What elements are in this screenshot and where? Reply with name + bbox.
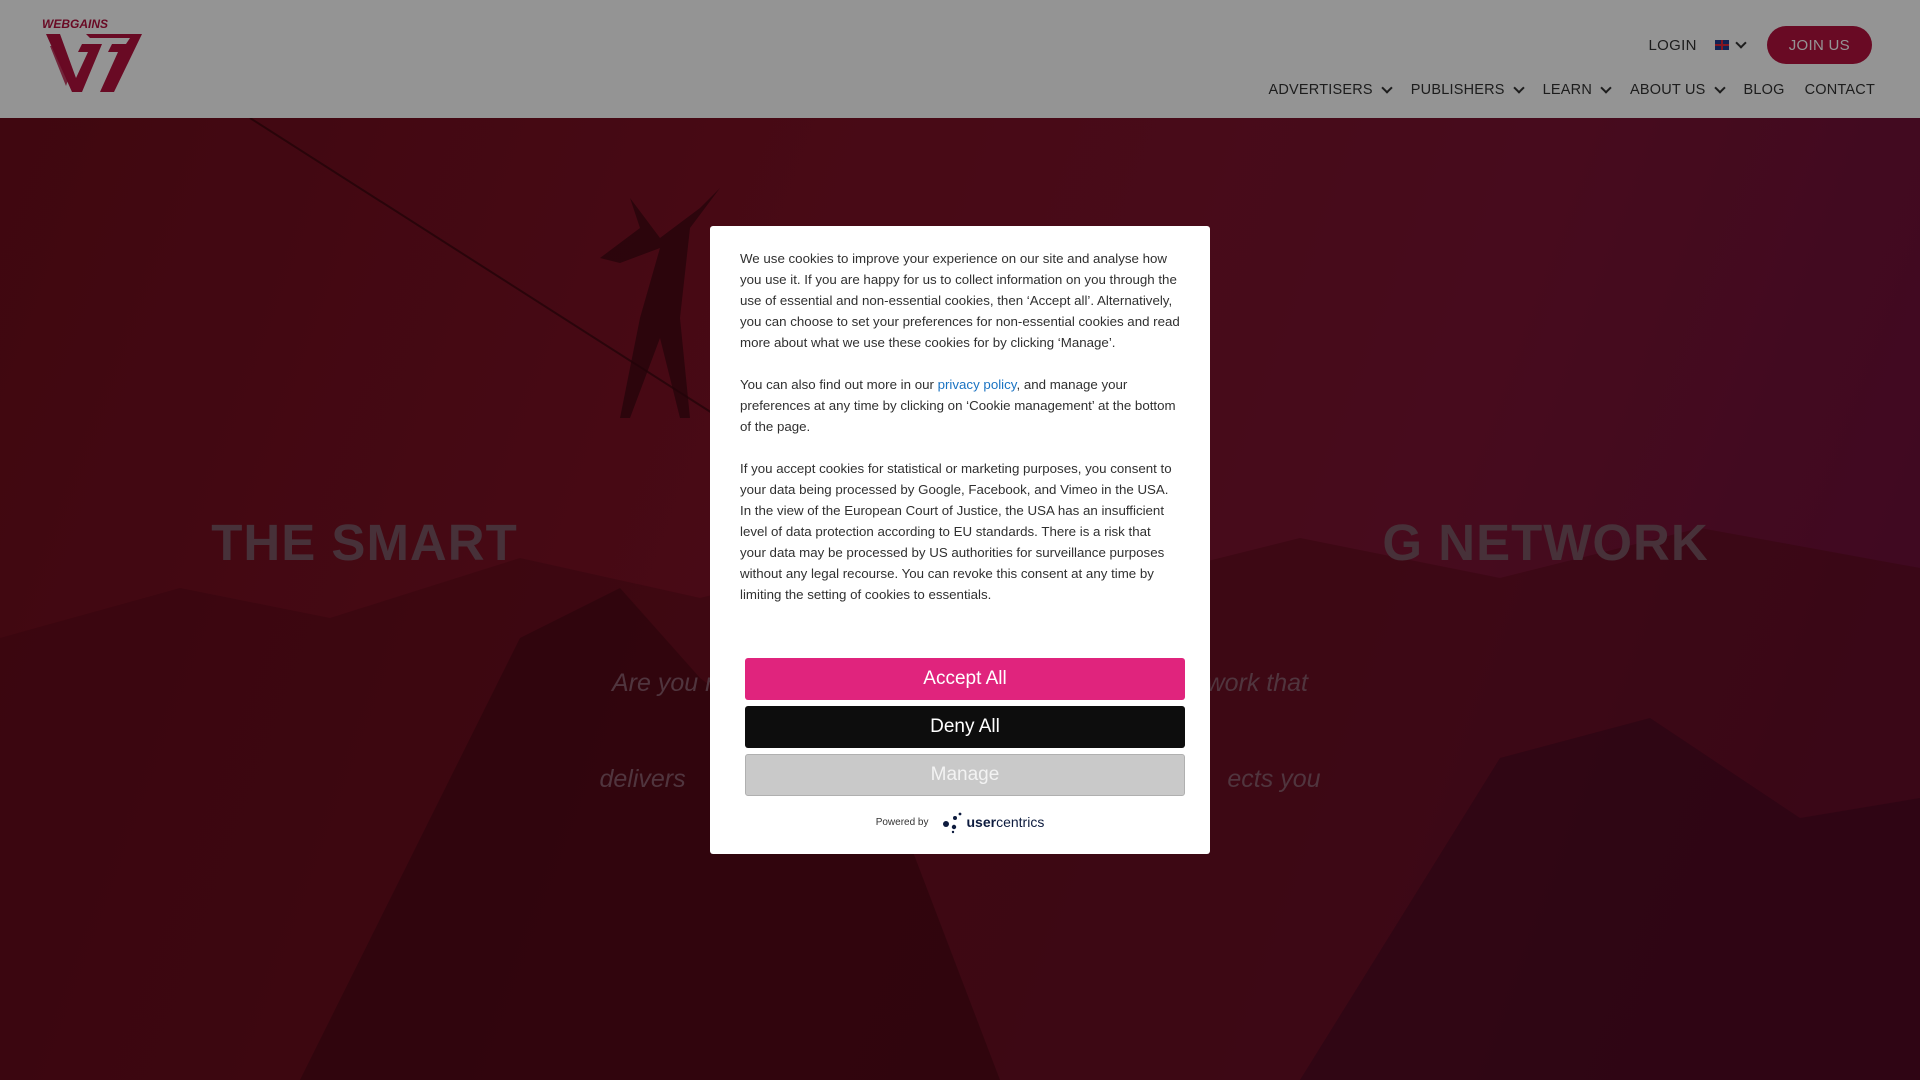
privacy-policy-link[interactable]: privacy policy [938, 377, 1017, 392]
usercentrics-wordmark-rest: centrics [996, 814, 1045, 830]
powered-by-usercentrics[interactable]: Powered by usercentrics [710, 810, 1210, 834]
powered-by-label: Powered by [875, 816, 929, 828]
usercentrics-dots-icon [942, 812, 961, 834]
accept-all-button[interactable]: Accept All [745, 658, 1185, 700]
usercentrics-logo: usercentrics [941, 810, 1045, 834]
usercentrics-wordmark: usercentrics [967, 814, 1045, 830]
consent-text-fragment: You can also find out more in our [740, 377, 938, 392]
usercentrics-wordmark-bold: user [966, 814, 997, 830]
manage-button[interactable]: Manage [745, 754, 1185, 796]
deny-all-button[interactable]: Deny All [745, 706, 1185, 748]
consent-text-intro: We use cookies to improve your experienc… [740, 251, 1180, 350]
consent-text-us-transfer: If you accept cookies for statistical or… [740, 461, 1172, 602]
consent-text-privacy: You can also find out more in our privac… [740, 374, 1180, 437]
cookie-consent-dialog: We use cookies to improve your experienc… [710, 226, 1210, 854]
